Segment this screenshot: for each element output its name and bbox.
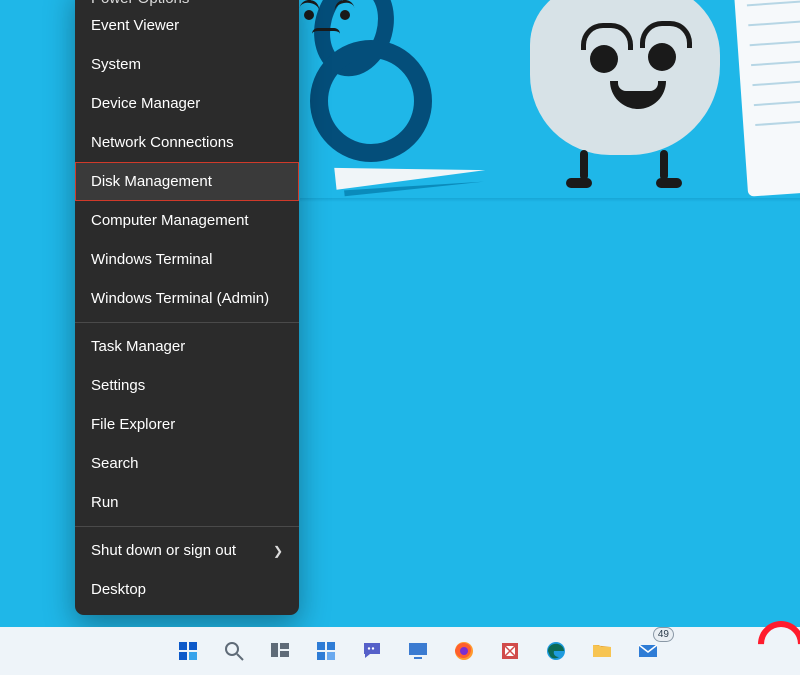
menu-item-label: Task Manager [91,338,185,355]
menu-separator [75,526,299,527]
menu-item-label: Windows Terminal [91,251,212,268]
menu-separator [75,322,299,323]
menu-item-computer-management[interactable]: Computer Management [75,201,299,240]
widgets-icon [314,639,338,663]
taskbar: 49 [0,627,800,675]
edge-app[interactable] [538,633,574,669]
mail-icon [636,639,660,663]
monitor-icon [406,639,430,663]
menu-item-label: Event Viewer [91,17,179,34]
file-explorer-app[interactable] [584,633,620,669]
chat-button[interactable] [354,633,390,669]
badge-count: 49 [653,627,674,642]
menu-item-device-manager[interactable]: Device Manager [75,84,299,123]
menu-item-label: Run [91,494,119,511]
firefox-app[interactable] [446,633,482,669]
menu-item-disk-management[interactable]: Disk Management [75,162,299,201]
wallpaper-rock-character [530,0,720,155]
firefox-icon [452,639,476,663]
start-button[interactable] [170,633,206,669]
menu-item-system[interactable]: System [75,45,299,84]
task-view-button[interactable] [262,633,298,669]
winx-context-menu: Power OptionsEvent ViewerSystemDevice Ma… [75,0,299,615]
search-icon [222,639,246,663]
taskview-icon [268,639,292,663]
windows-icon [176,639,200,663]
menu-item-file-explorer[interactable]: File Explorer [75,405,299,444]
menu-item-label: System [91,56,141,73]
menu-item-desktop[interactable]: Desktop [75,570,299,609]
chevron-right-icon: ❯ [273,544,283,558]
edge-icon [544,639,568,663]
menu-item-label: File Explorer [91,416,175,433]
snip-icon [498,639,522,663]
menu-item-label: Shut down or sign out [91,542,236,559]
menu-item-settings[interactable]: Settings [75,366,299,405]
folder-icon [590,639,614,663]
menu-item-windows-terminal-admin[interactable]: Windows Terminal (Admin) [75,279,299,318]
chat-icon [360,639,384,663]
menu-item-label: Windows Terminal (Admin) [91,290,269,307]
menu-item-windows-terminal[interactable]: Windows Terminal [75,240,299,279]
mail-app[interactable]: 49 [630,633,666,669]
wallpaper-paper-character [732,0,800,197]
snipping-tool-app[interactable] [492,633,528,669]
menu-item-shut-down[interactable]: Shut down or sign out ❯ [75,531,299,570]
menu-item-search[interactable]: Search [75,444,299,483]
menu-item-label: Search [91,455,139,472]
menu-item-label: Network Connections [91,134,234,151]
search-button[interactable] [216,633,252,669]
menu-item-network-connections[interactable]: Network Connections [75,123,299,162]
widgets-button[interactable] [308,633,344,669]
wallpaper-scissors-ring [310,40,432,162]
menu-item-label: Device Manager [91,95,200,112]
menu-item-label: Computer Management [91,212,249,229]
menu-item-task-manager[interactable]: Task Manager [75,327,299,366]
menu-item-run[interactable]: Run [75,483,299,522]
menu-item-label: Disk Management [91,173,212,190]
monitor-app[interactable] [400,633,436,669]
menu-item-event-viewer[interactable]: Event Viewer [75,6,299,45]
wallpaper-scissors-face [300,0,370,50]
menu-item-label: Desktop [91,581,146,598]
menu-item-label: Settings [91,377,145,394]
